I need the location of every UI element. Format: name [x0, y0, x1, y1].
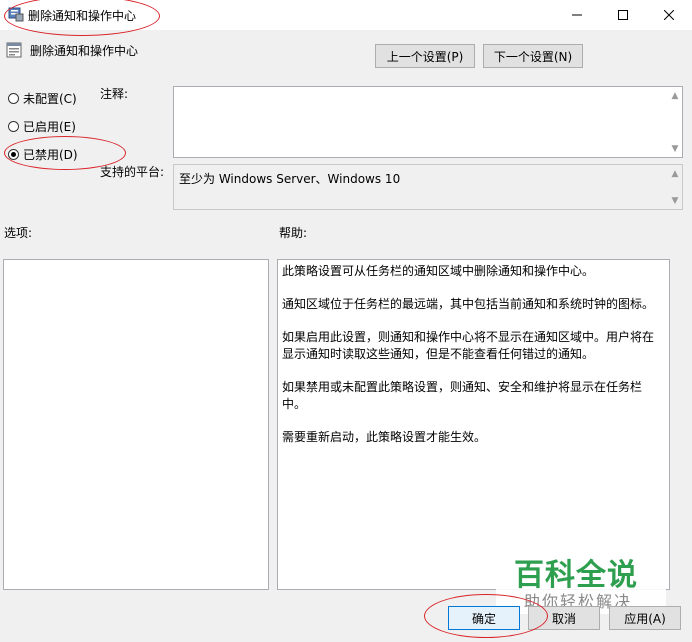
platform-scroll-down-icon[interactable]: ▼ [670, 196, 680, 206]
help-pane: 此策略设置可从任务栏的通知区域中删除通知和操作中心。 通知区域位于任务栏的最远端… [277, 259, 670, 590]
option-enabled[interactable]: 已启用(E) [8, 118, 76, 135]
platform-field: 至少为 Windows Server、Windows 10 ▲ ▼ [173, 164, 683, 210]
close-icon [664, 10, 674, 20]
radio-not-configured[interactable] [8, 93, 19, 104]
previous-setting-button[interactable]: 上一个设置(P) [375, 44, 475, 68]
help-paragraph: 如果禁用或未配置此策略设置，则通知、安全和维护将显示在任务栏中。 [282, 380, 643, 411]
help-paragraph: 如果启用此设置，则通知和操作中心将不显示在通知区域中。用户将在显示通知时读取这些… [282, 330, 655, 361]
policy-name: 删除通知和操作中心 [30, 44, 139, 58]
minimize-icon [572, 14, 582, 16]
comment-textarea[interactable]: ▲ ▼ [173, 86, 683, 158]
next-setting-button[interactable]: 下一个设置(N) [483, 44, 583, 68]
policy-setting-icon [6, 42, 22, 58]
help-paragraph: 此策略设置可从任务栏的通知区域中删除通知和操作中心。 [282, 264, 595, 278]
help-paragraph: 通知区域位于任务栏的最远端，其中包括当前通知和系统时钟的图标。 [282, 297, 655, 311]
options-label: 选项: [4, 226, 33, 240]
close-button[interactable] [646, 0, 692, 30]
ok-annotation-circle [424, 594, 548, 638]
help-paragraph: 需要重新启动，此策略设置才能生效。 [282, 430, 487, 444]
option-not-configured[interactable]: 未配置(C) [8, 90, 77, 107]
scroll-down-icon[interactable]: ▼ [670, 144, 680, 154]
apply-button[interactable]: 应用(A) [609, 606, 681, 630]
scroll-up-icon[interactable]: ▲ [670, 91, 680, 101]
maximize-button[interactable] [600, 0, 646, 30]
option-not-configured-label: 未配置(C) [23, 92, 77, 106]
comment-label: 注释: [100, 87, 129, 101]
maximize-icon [618, 10, 628, 20]
option-enabled-label: 已启用(E) [23, 120, 76, 134]
platform-scroll-up-icon[interactable]: ▲ [670, 169, 680, 179]
options-pane [3, 259, 269, 590]
platform-label: 支持的平台: [100, 165, 165, 179]
platform-value: 至少为 Windows Server、Windows 10 [179, 172, 401, 186]
minimize-button[interactable] [554, 0, 600, 30]
help-label: 帮助: [279, 226, 308, 240]
title-annotation-circle [4, 0, 160, 36]
radio-enabled[interactable] [8, 121, 19, 132]
